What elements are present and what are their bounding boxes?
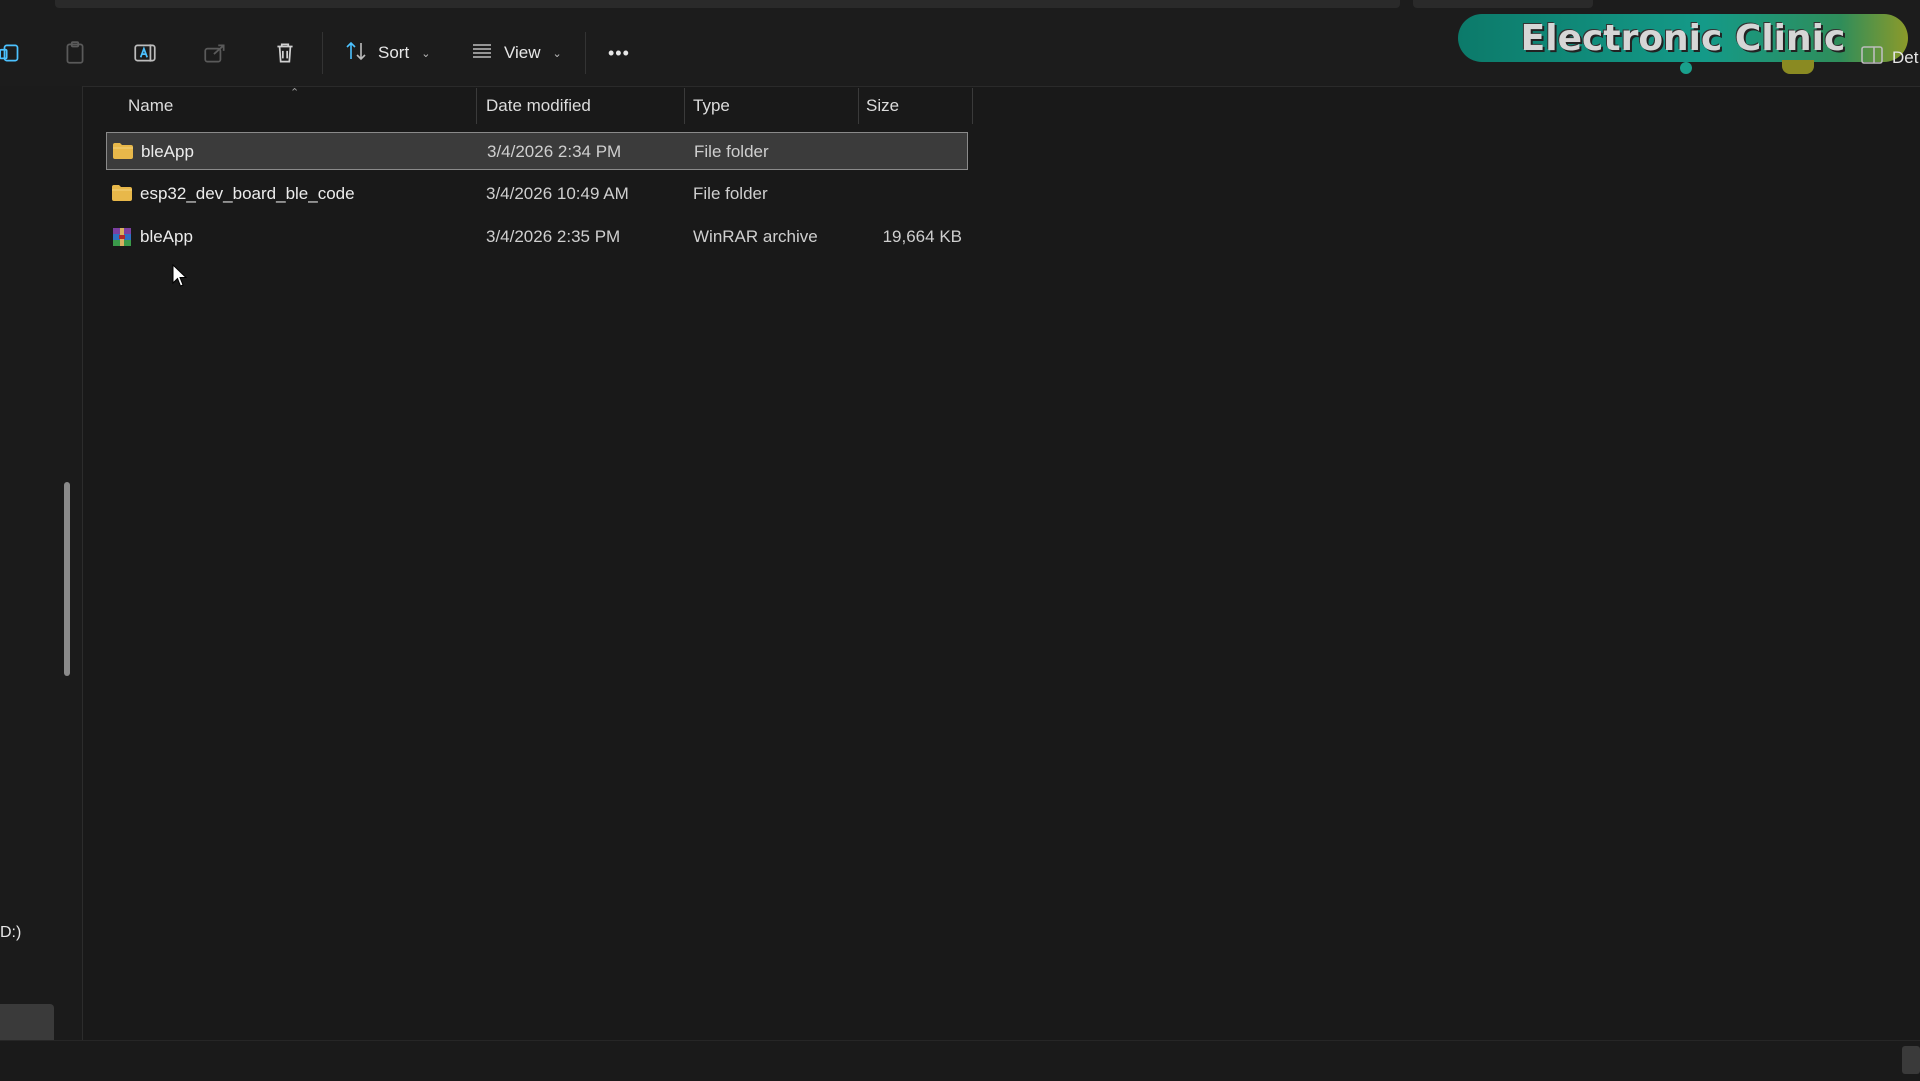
view-label: View <box>504 43 541 62</box>
column-headers: Name Date modified Type Size <box>82 86 1920 126</box>
column-divider[interactable] <box>972 88 973 124</box>
watermark-accent <box>1782 60 1814 74</box>
file-date: 3/4/2026 10:49 AM <box>486 184 629 203</box>
chevron-down-icon: ⌄ <box>552 47 562 60</box>
copy-icon[interactable] <box>0 40 24 66</box>
address-bar[interactable] <box>55 0 1400 8</box>
folder-icon <box>112 142 134 160</box>
navigation-pane: D:) <box>0 86 83 1048</box>
column-header-type[interactable]: Type <box>693 86 730 126</box>
details-pane-icon <box>1860 44 1884 71</box>
watermark-text: Electronic Clinic <box>1520 17 1846 59</box>
file-row[interactable]: bleApp 3/4/2026 2:34 PM File folder <box>106 132 968 170</box>
column-header-size[interactable]: Size <box>866 86 899 126</box>
file-type: File folder <box>693 184 768 203</box>
sort-icon <box>344 39 368 68</box>
mouse-pointer-icon <box>172 263 188 293</box>
column-header-date[interactable]: Date modified <box>486 86 591 126</box>
sort-button[interactable]: Sort ⌄ <box>344 38 430 68</box>
file-name: bleApp <box>140 227 193 246</box>
nav-item-drive[interactable]: D:) <box>0 924 21 942</box>
file-size: 19,664 KB <box>882 227 962 246</box>
more-icon: ••• <box>608 42 630 63</box>
paste-icon[interactable] <box>62 40 88 66</box>
file-row[interactable]: bleApp 3/4/2026 2:35 PM WinRAR archive 1… <box>106 218 968 256</box>
file-name: esp32_dev_board_ble_code <box>140 184 355 203</box>
winrar-archive-icon <box>111 227 133 246</box>
file-type: File folder <box>694 142 769 161</box>
status-bar <box>0 1040 1920 1081</box>
view-icon <box>470 39 494 68</box>
column-divider[interactable] <box>858 88 859 124</box>
rename-icon[interactable] <box>132 40 158 66</box>
file-date: 3/4/2026 2:34 PM <box>487 142 622 161</box>
nav-scrollbar[interactable] <box>64 482 70 676</box>
details-view-icon[interactable] <box>1902 1046 1920 1074</box>
delete-icon[interactable] <box>272 40 298 66</box>
chevron-down-icon: ⌄ <box>421 47 431 60</box>
channel-watermark: Electronic Clinic <box>1458 14 1908 62</box>
share-icon[interactable] <box>202 40 228 66</box>
view-button[interactable]: View ⌄ <box>470 38 562 68</box>
file-name: bleApp <box>141 142 194 161</box>
search-box[interactable] <box>1413 0 1593 8</box>
details-pane-button[interactable]: Det <box>1860 44 1918 71</box>
more-options-button[interactable]: ••• <box>608 38 630 68</box>
sort-label: Sort <box>378 43 410 62</box>
file-type: WinRAR archive <box>693 227 818 246</box>
file-row[interactable]: esp32_dev_board_ble_code 3/4/2026 10:49 … <box>106 175 968 213</box>
toolbar-divider <box>585 32 586 74</box>
folder-icon <box>111 184 133 202</box>
watermark-dot <box>1680 62 1692 74</box>
details-label: Det <box>1892 47 1919 67</box>
column-divider[interactable] <box>476 88 477 124</box>
column-divider[interactable] <box>684 88 685 124</box>
toolbar-divider <box>322 32 323 74</box>
column-header-name[interactable]: Name <box>128 86 173 126</box>
file-date: 3/4/2026 2:35 PM <box>486 227 621 246</box>
